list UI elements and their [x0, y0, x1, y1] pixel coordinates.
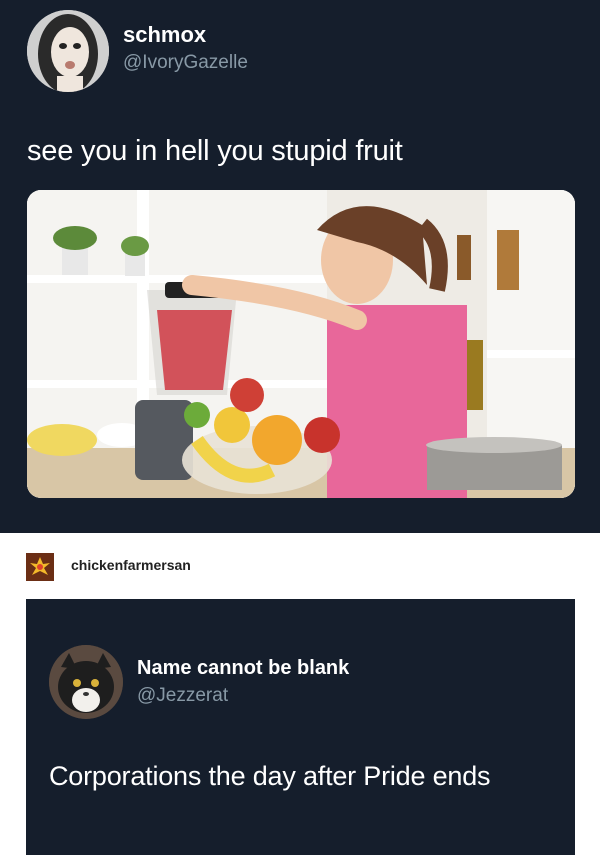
user-handle[interactable]: @IvoryGazelle: [123, 52, 248, 74]
kitchen-blender-illustration: [27, 190, 575, 498]
tweet-text: see you in hell you stupid fruit: [27, 135, 403, 167]
reblog-header: chickenfarmersan: [0, 533, 600, 599]
user-avatar-jezzerat[interactable]: [49, 645, 123, 719]
tweet-photo-blender[interactable]: [27, 190, 575, 498]
tweet-card-schmox: schmox @IvoryGazelle see you in hell you…: [0, 0, 600, 533]
display-name[interactable]: Name cannot be blank: [137, 657, 349, 680]
burst-icon: [26, 553, 54, 581]
user-handle[interactable]: @Jezzerat: [137, 685, 228, 707]
avatar-portrait-image: [27, 10, 109, 92]
cat-avatar-image: [49, 645, 123, 719]
tweet-card-jezzerat: Name cannot be blank @Jezzerat Corporati…: [26, 599, 575, 855]
user-avatar-schmox[interactable]: [27, 10, 109, 92]
display-name[interactable]: schmox: [123, 22, 206, 48]
reblog-username[interactable]: chickenfarmersan: [71, 557, 191, 573]
reblog-user-avatar[interactable]: [26, 553, 54, 581]
tweet-text: Corporations the day after Pride ends: [49, 761, 491, 791]
